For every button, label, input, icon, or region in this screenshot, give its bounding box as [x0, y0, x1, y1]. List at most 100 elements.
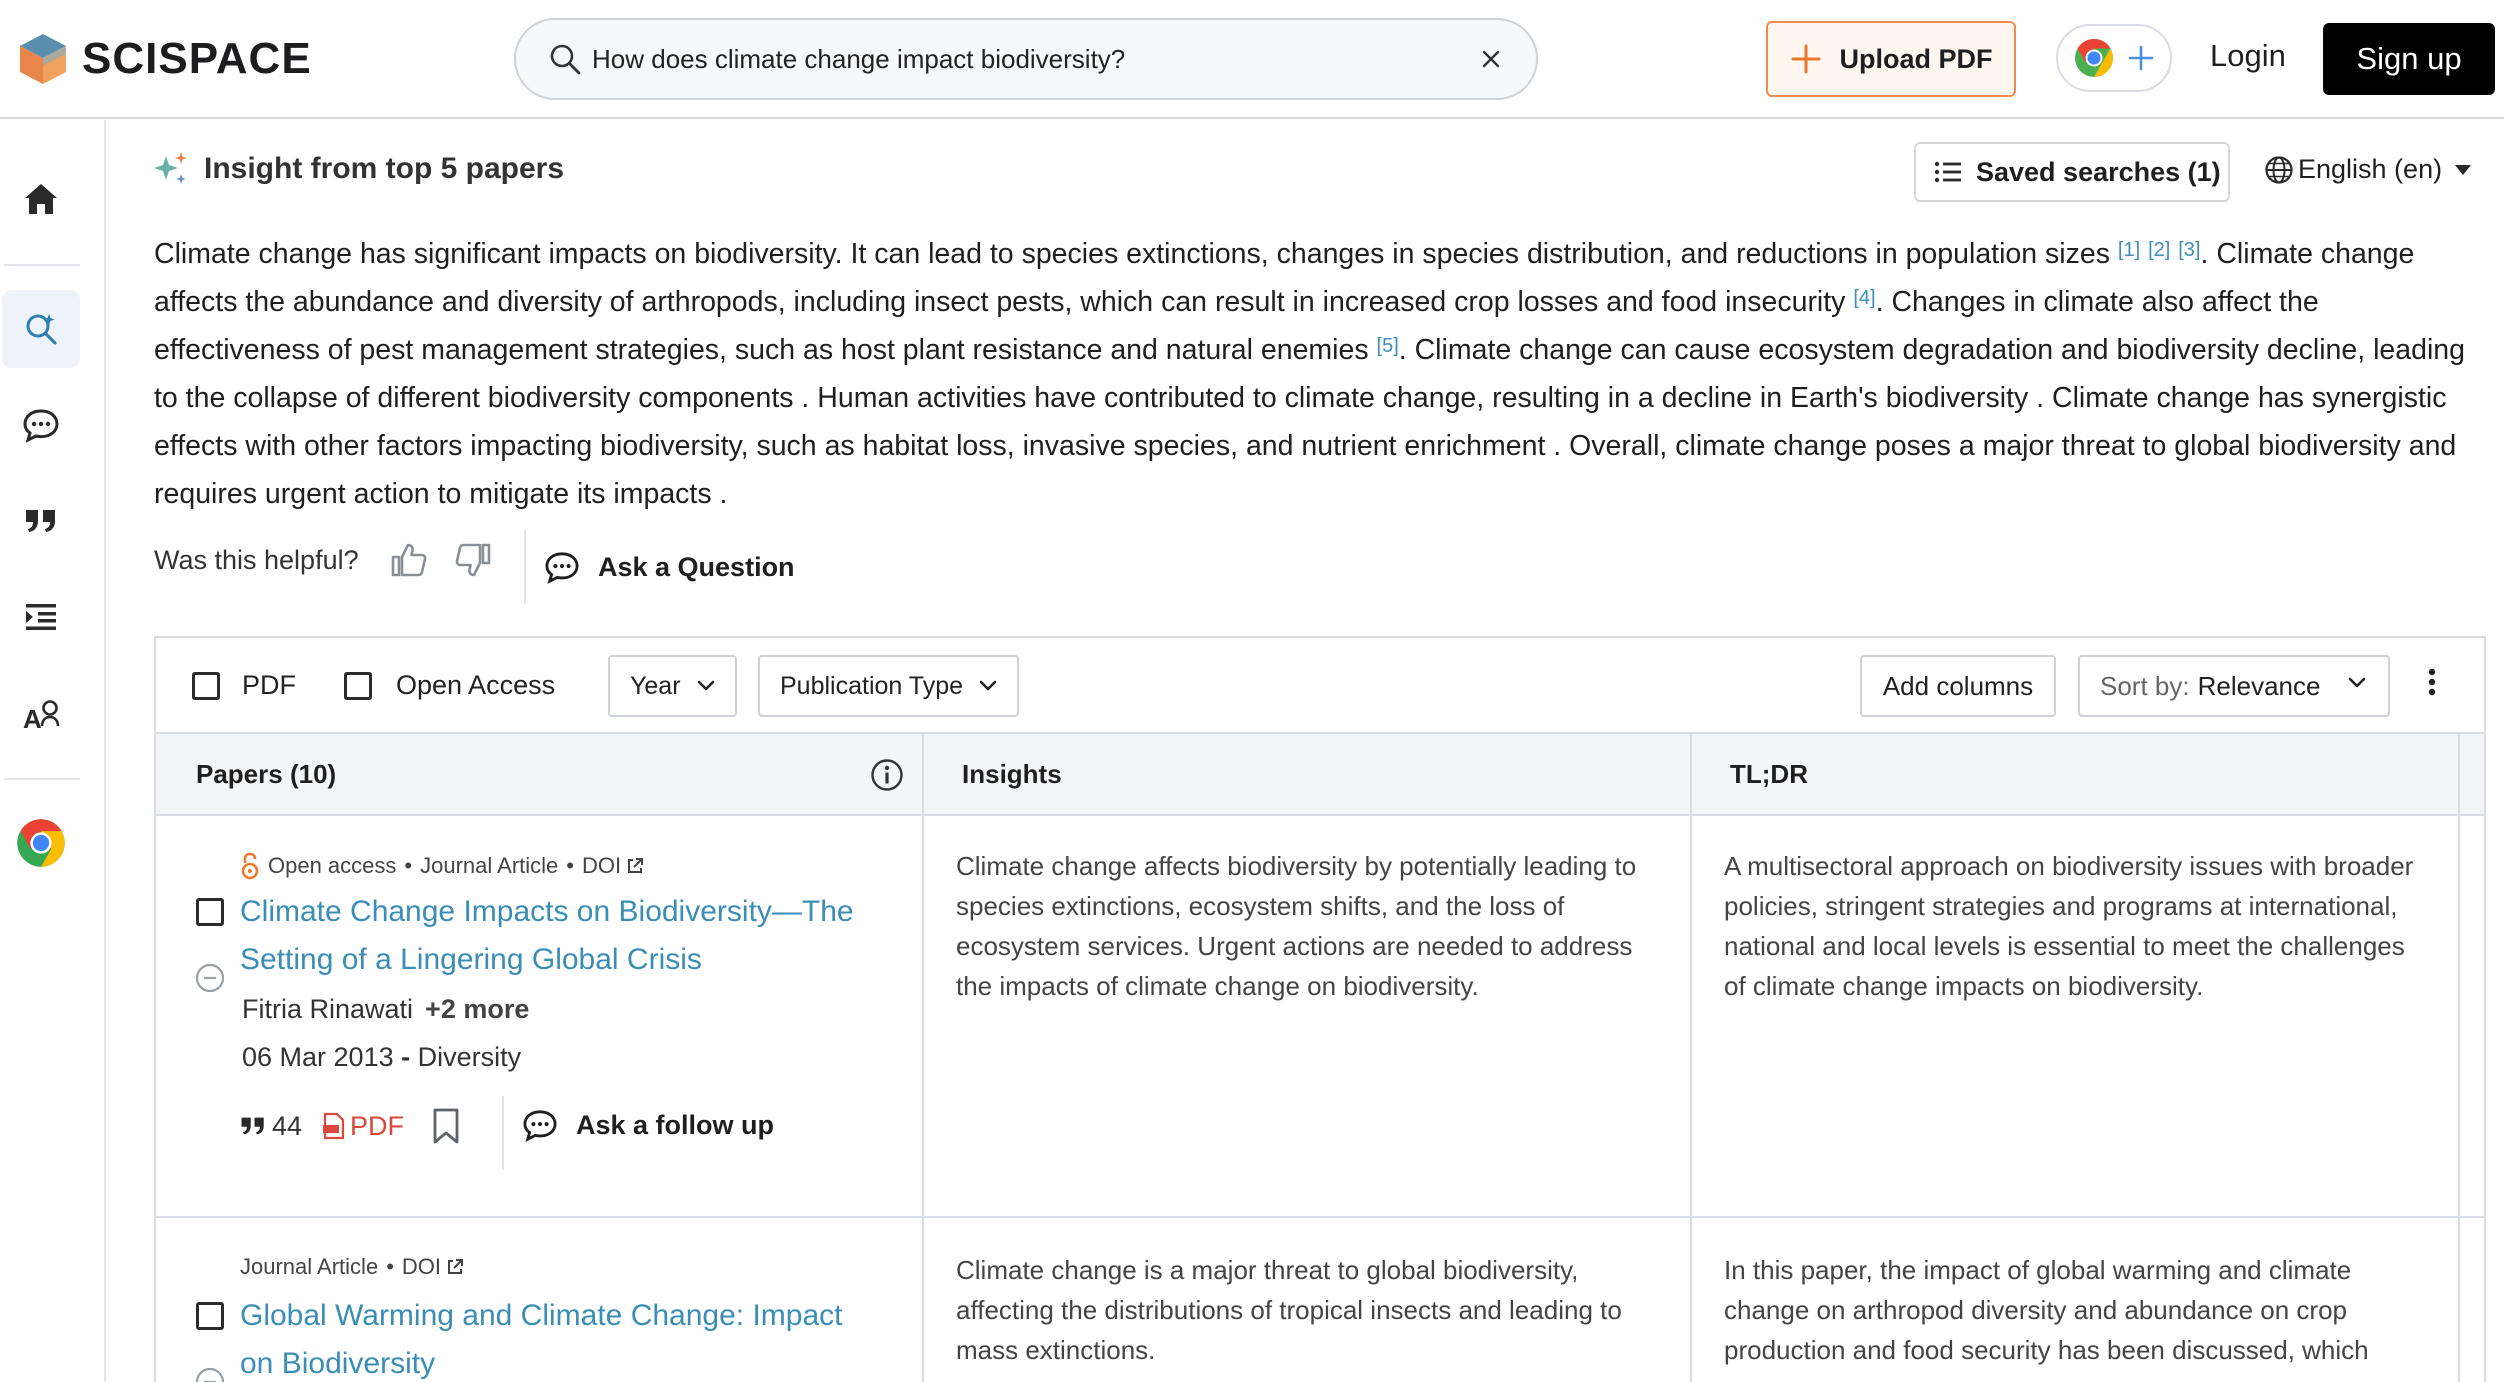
- collapse-circle-icon[interactable]: [194, 962, 226, 994]
- caret-down-icon: [2455, 164, 2472, 175]
- top-header: SCISPACE Upload PDF: [0, 0, 2504, 119]
- publication-date: 06 Mar 2013: [242, 1042, 394, 1072]
- doi-link[interactable]: DOI: [402, 1254, 441, 1280]
- feedback-row: Was this helpful?: [154, 540, 493, 580]
- more-authors[interactable]: +2 more: [425, 994, 529, 1024]
- open-access-filter-checkbox[interactable]: [344, 672, 372, 700]
- plus-icon: [2128, 45, 2154, 71]
- meta-separator: -: [401, 1042, 418, 1072]
- external-link-icon[interactable]: [445, 1257, 465, 1277]
- more-options-icon[interactable]: [2426, 666, 2438, 702]
- pdf-filter-checkbox[interactable]: [192, 672, 220, 700]
- select-paper-checkbox[interactable]: [196, 1302, 224, 1330]
- citation-ref[interactable]: [2]: [2148, 239, 2170, 261]
- ask-question-button[interactable]: Ask a Question: [544, 550, 795, 584]
- quote-icon: [26, 510, 55, 532]
- sidebar-item-chrome-extension[interactable]: [2, 804, 80, 882]
- logo-text: SCISPACE: [82, 34, 312, 83]
- paper-date-venue: 06 Mar 2013 - Diversity: [242, 1042, 521, 1073]
- results-table: PDF Open Access Year Publication Type Ad…: [154, 636, 2486, 1382]
- publication-type-label: Publication Type: [780, 671, 963, 700]
- citation-ref[interactable]: [5]: [1377, 335, 1399, 357]
- collapse-circle-icon[interactable]: [194, 1366, 226, 1382]
- clear-search-icon[interactable]: [1476, 44, 1506, 74]
- year-filter-dropdown[interactable]: Year: [608, 655, 737, 717]
- publication-type-dropdown[interactable]: Publication Type: [758, 655, 1019, 717]
- meta-separator: •: [404, 853, 413, 878]
- sort-dropdown[interactable]: Sort by: Relevance: [2078, 655, 2390, 717]
- ai-detect-icon: A: [23, 700, 60, 731]
- info-icon[interactable]: [870, 758, 904, 792]
- indent-list-icon: [26, 604, 56, 630]
- thumbs-down-icon[interactable]: [453, 540, 493, 580]
- citation-ref[interactable]: [3]: [2178, 239, 2200, 261]
- chat-icon: [523, 1110, 557, 1142]
- saved-searches-button[interactable]: Saved searches (1): [1914, 142, 2230, 202]
- meta-separator: •: [386, 1254, 394, 1279]
- paper-title-link[interactable]: Global Warming and Climate Change: Impac…: [240, 1292, 880, 1382]
- language-selector[interactable]: English (en): [2264, 154, 2472, 185]
- doi-link[interactable]: DOI: [582, 853, 621, 879]
- pdf-filter-label[interactable]: PDF: [242, 670, 296, 701]
- paper-type: Journal Article: [420, 853, 559, 878]
- add-chrome-extension-button[interactable]: [2056, 24, 2172, 92]
- sign-up-button[interactable]: Sign up: [2323, 23, 2495, 95]
- select-paper-checkbox[interactable]: [196, 898, 224, 926]
- sidebar-divider: [4, 264, 80, 266]
- open-lock-icon: [241, 852, 259, 880]
- author-name[interactable]: Fitria Rinawati: [242, 994, 413, 1024]
- paper-actions: 44 PDF: [240, 1108, 460, 1144]
- globe-icon: [2265, 155, 2293, 184]
- insight-title: Insight from top 5 papers: [204, 152, 565, 185]
- citation-count: 44: [272, 1110, 303, 1141]
- left-sidebar: A: [0, 120, 106, 1382]
- add-columns-button[interactable]: Add columns: [1860, 655, 2056, 717]
- tldr-cell: A multisectoral approach on biodiversity…: [1724, 851, 2414, 1001]
- citation-ref[interactable]: [4]: [1853, 287, 1875, 309]
- home-icon: [25, 184, 57, 214]
- search-icon: [550, 44, 581, 75]
- paper-meta: Open access • Journal Article • DOI: [240, 852, 645, 880]
- feedback-divider: [524, 530, 526, 604]
- chat-icon: [545, 552, 579, 584]
- pdf-label: PDF: [350, 1110, 405, 1141]
- sidebar-item-citations[interactable]: [2, 482, 80, 560]
- table-header: Papers (10) Insights TL;DR: [156, 734, 2484, 816]
- tldr-cell: In this paper, the impact of global warm…: [1724, 1255, 2369, 1365]
- publication-venue[interactable]: Diversity: [418, 1042, 522, 1072]
- list-icon: [1934, 161, 1961, 183]
- open-access-filter-label[interactable]: Open Access: [396, 670, 555, 701]
- search-bar[interactable]: [514, 18, 1538, 100]
- sidebar-item-home[interactable]: [2, 160, 80, 238]
- literature-search-icon: [26, 314, 57, 345]
- paper-title-link[interactable]: Climate Change Impacts on Biodiversity—T…: [240, 888, 880, 984]
- citation-ref[interactable]: [1]: [2118, 239, 2140, 261]
- sidebar-item-literature-search[interactable]: [2, 290, 80, 368]
- pdf-file-icon: [323, 1112, 345, 1140]
- upload-pdf-label: Upload PDF: [1839, 43, 1993, 74]
- search-input[interactable]: [592, 43, 1472, 75]
- sidebar-item-ai-detector[interactable]: A: [2, 674, 80, 752]
- summary-text: Climate change has significant impacts o…: [154, 238, 2118, 270]
- sidebar-item-chat[interactable]: [2, 386, 80, 464]
- scispace-logo[interactable]: SCISPACE: [18, 32, 312, 86]
- ask-follow-up-button[interactable]: Ask a follow up: [522, 1108, 774, 1142]
- sidebar-item-outline[interactable]: [2, 578, 80, 656]
- login-link[interactable]: Login: [2210, 38, 2286, 74]
- helpful-label: Was this helpful?: [154, 544, 359, 575]
- follow-up-label: Ask a follow up: [576, 1109, 775, 1140]
- sparkle-icon: [154, 152, 187, 184]
- chevron-down-icon: [2348, 677, 2366, 688]
- external-link-icon[interactable]: [625, 856, 645, 876]
- table-row: Journal Article • DOI Global Warming and…: [156, 1218, 2484, 1382]
- insight-cell: Climate change is a major threat to glob…: [956, 1255, 1622, 1365]
- thumbs-up-icon[interactable]: [389, 540, 429, 580]
- pdf-link[interactable]: PDF: [322, 1111, 404, 1142]
- ask-question-label: Ask a Question: [598, 551, 795, 582]
- chevron-down-icon: [697, 680, 714, 691]
- chevron-down-icon: [979, 680, 997, 691]
- upload-pdf-button[interactable]: Upload PDF: [1766, 21, 2016, 97]
- sort-prefix: Sort by:: [2100, 670, 2190, 701]
- bookmark-icon[interactable]: [432, 1108, 460, 1144]
- quote-icon: [241, 1117, 264, 1135]
